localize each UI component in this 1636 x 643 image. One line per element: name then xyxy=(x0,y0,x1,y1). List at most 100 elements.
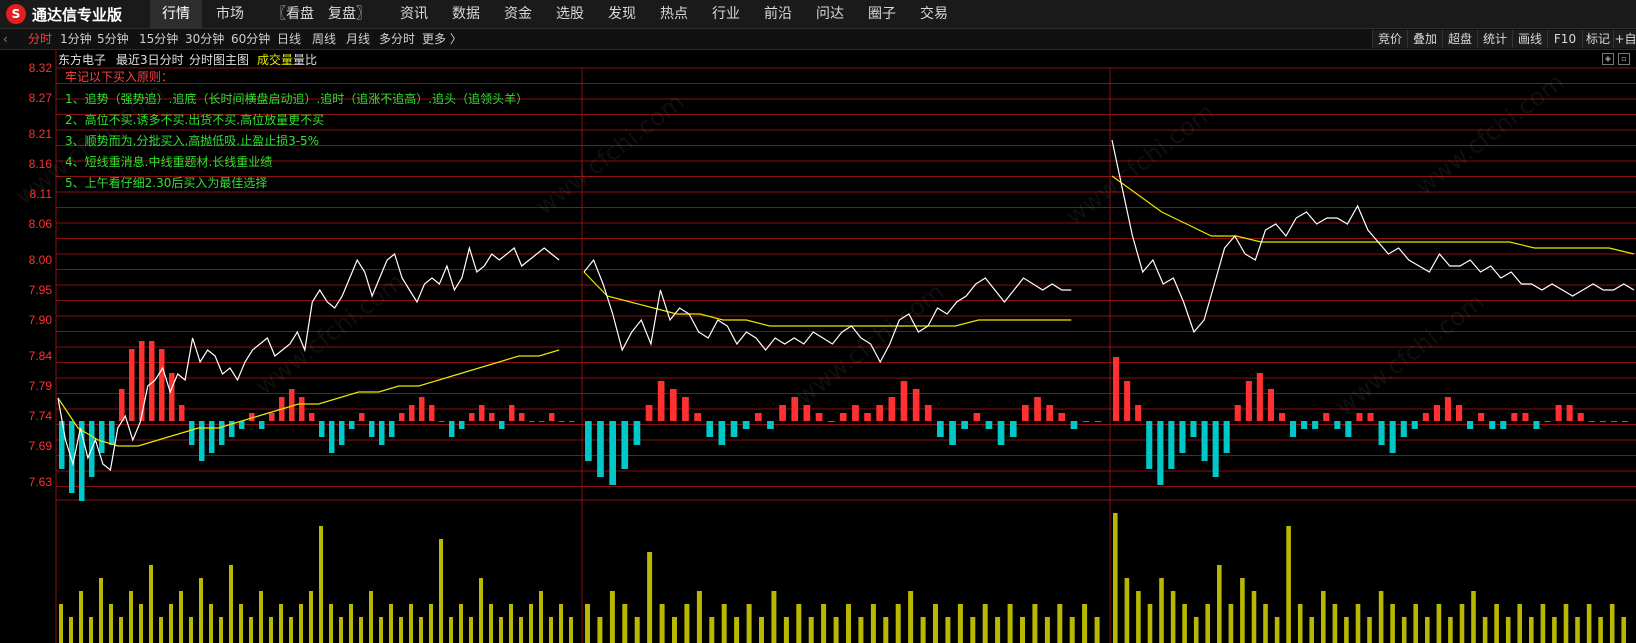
menu-item-wenda[interactable]: 问达 xyxy=(804,0,856,28)
volume-bar xyxy=(499,617,503,643)
menu-item-news[interactable]: 资讯 xyxy=(388,0,440,28)
period-tab-1min[interactable]: 1分钟 xyxy=(60,29,92,49)
ratio-bar xyxy=(1533,421,1540,429)
menu-item-trade[interactable]: 交易 xyxy=(908,0,960,28)
ratio-bar xyxy=(389,421,395,437)
ratio-bar xyxy=(985,421,993,429)
ratio-bar xyxy=(1400,421,1407,437)
menu-item-stock-picker[interactable]: 选股 xyxy=(544,0,596,28)
volume-bar xyxy=(1529,617,1534,643)
volume-bar xyxy=(1147,604,1153,643)
period-tab-5min[interactable]: 5分钟 xyxy=(97,29,129,49)
volume-bar xyxy=(1563,604,1569,643)
period-tab-more[interactable]: 更多 〉 xyxy=(422,29,462,49)
volume-bar xyxy=(489,604,493,643)
volume-bar xyxy=(858,617,864,643)
menu-item-frontier[interactable]: 前沿 xyxy=(752,0,804,28)
menu-item-industry[interactable]: 行业 xyxy=(700,0,752,28)
average-price-line xyxy=(1111,175,1635,255)
ratio-bar xyxy=(1511,413,1518,421)
period-tab-monthly[interactable]: 月线 xyxy=(346,29,370,49)
volume-bar xyxy=(119,617,123,643)
chart-expand-icon[interactable]: ▫ xyxy=(1618,53,1630,65)
menu-item-funds[interactable]: 资金 xyxy=(492,0,544,28)
period-tab-15min[interactable]: 15分钟 xyxy=(139,29,178,49)
volume-bar xyxy=(995,617,1001,643)
tool-draw-line-button[interactable]: 画线 xyxy=(1512,30,1547,48)
volume-bar xyxy=(1471,591,1476,643)
ratio-bar xyxy=(1323,413,1330,421)
tool-add-watchlist-button[interactable]: +自 xyxy=(1613,30,1636,48)
period-tab-timeshare[interactable]: 分时 xyxy=(28,29,52,49)
ratio-bar xyxy=(1422,413,1429,421)
volume-bar xyxy=(529,604,533,643)
ratio-bar xyxy=(1334,421,1341,429)
ratio-bar xyxy=(179,405,185,421)
volume-bar xyxy=(279,604,283,643)
volume-bar xyxy=(597,617,603,643)
ratio-bar xyxy=(937,421,944,437)
chart-settings-icon[interactable]: ◈ xyxy=(1602,53,1614,65)
tdx-logo-icon: S xyxy=(6,4,26,24)
volume-bar xyxy=(1193,617,1199,643)
ratio-bar xyxy=(259,421,265,429)
notes-title: 牢记以下买入原则： xyxy=(65,70,174,84)
volume-bar xyxy=(1251,591,1257,643)
volume-ratio-label[interactable]: 量比 xyxy=(293,52,317,68)
price-axis-tick: 7.74 xyxy=(29,409,53,423)
ratio-bar xyxy=(730,421,738,437)
volume-bar xyxy=(783,617,789,643)
menu-item-circle[interactable]: 圈子 xyxy=(856,0,908,28)
menu-item-replay[interactable]: 复盘〗 xyxy=(314,0,388,28)
tool-f10-button[interactable]: F10 xyxy=(1547,30,1582,48)
period-tab-weekly[interactable]: 周线 xyxy=(312,29,336,49)
volume-bar xyxy=(1044,617,1050,643)
menu-item-quotes[interactable]: 行情 xyxy=(150,0,202,28)
tool-super-button[interactable]: 超盘 xyxy=(1442,30,1477,48)
period-tab-daily[interactable]: 日线 xyxy=(277,29,301,49)
volume-bar xyxy=(759,617,764,643)
volume-indicator-label[interactable]: 成交量 xyxy=(257,52,293,68)
ratio-bar xyxy=(1113,357,1120,421)
ratio-bar xyxy=(1610,421,1617,422)
menu-item-discover[interactable]: 发现 xyxy=(596,0,648,28)
volume-bar xyxy=(1378,591,1384,643)
volume-bar xyxy=(179,591,183,643)
menu-item-data[interactable]: 数据 xyxy=(440,0,492,28)
main-menu: 行情 市场 〖看盘 复盘〗 资讯 数据 资金 选股 发现 热点 行业 前沿 问达… xyxy=(150,0,960,28)
ratio-bar xyxy=(876,405,883,421)
volume-bar xyxy=(249,617,253,643)
period-tab-multi-timeshare[interactable]: 多分时 xyxy=(379,29,415,49)
period-tab-60min[interactable]: 60分钟 xyxy=(231,29,270,49)
ratio-bar xyxy=(1433,405,1440,421)
menu-item-watch[interactable]: 〖看盘 xyxy=(258,0,314,28)
chart-mode-label[interactable]: 最近3日分时 xyxy=(116,52,184,68)
ratio-bar xyxy=(1179,421,1186,453)
main-chart-label[interactable]: 分时图主图 xyxy=(189,52,249,68)
volume-bar xyxy=(982,604,988,643)
ratio-bar xyxy=(339,421,345,445)
volume-bar xyxy=(1020,617,1025,643)
tool-auction-button[interactable]: 竞价 xyxy=(1372,30,1407,48)
tool-stats-button[interactable]: 统计 xyxy=(1477,30,1512,48)
ratio-bar xyxy=(852,405,859,421)
volume-bar xyxy=(389,604,393,643)
volume-bar xyxy=(349,604,353,643)
ratio-bar xyxy=(973,413,981,421)
volume-bar xyxy=(1274,617,1280,643)
volume-bar xyxy=(1205,604,1210,643)
tool-overlay-button[interactable]: 叠加 xyxy=(1407,30,1442,48)
menu-item-market[interactable]: 市场 xyxy=(202,0,258,28)
menu-item-hotspots[interactable]: 热点 xyxy=(648,0,700,28)
volume-bar xyxy=(99,578,103,643)
volume-bar xyxy=(1552,617,1557,643)
ratio-bar xyxy=(912,389,920,421)
volume-bar xyxy=(1494,604,1499,643)
volume-bar xyxy=(1609,604,1615,643)
tool-mark-button[interactable]: 标记 xyxy=(1582,30,1613,48)
toolbar-left-arrow-icon[interactable]: ‹ xyxy=(3,29,8,49)
period-tab-30min[interactable]: 30分钟 xyxy=(185,29,224,49)
ratio-bar xyxy=(682,397,689,421)
ratio-bar xyxy=(209,421,215,453)
volume-bar xyxy=(721,604,727,643)
